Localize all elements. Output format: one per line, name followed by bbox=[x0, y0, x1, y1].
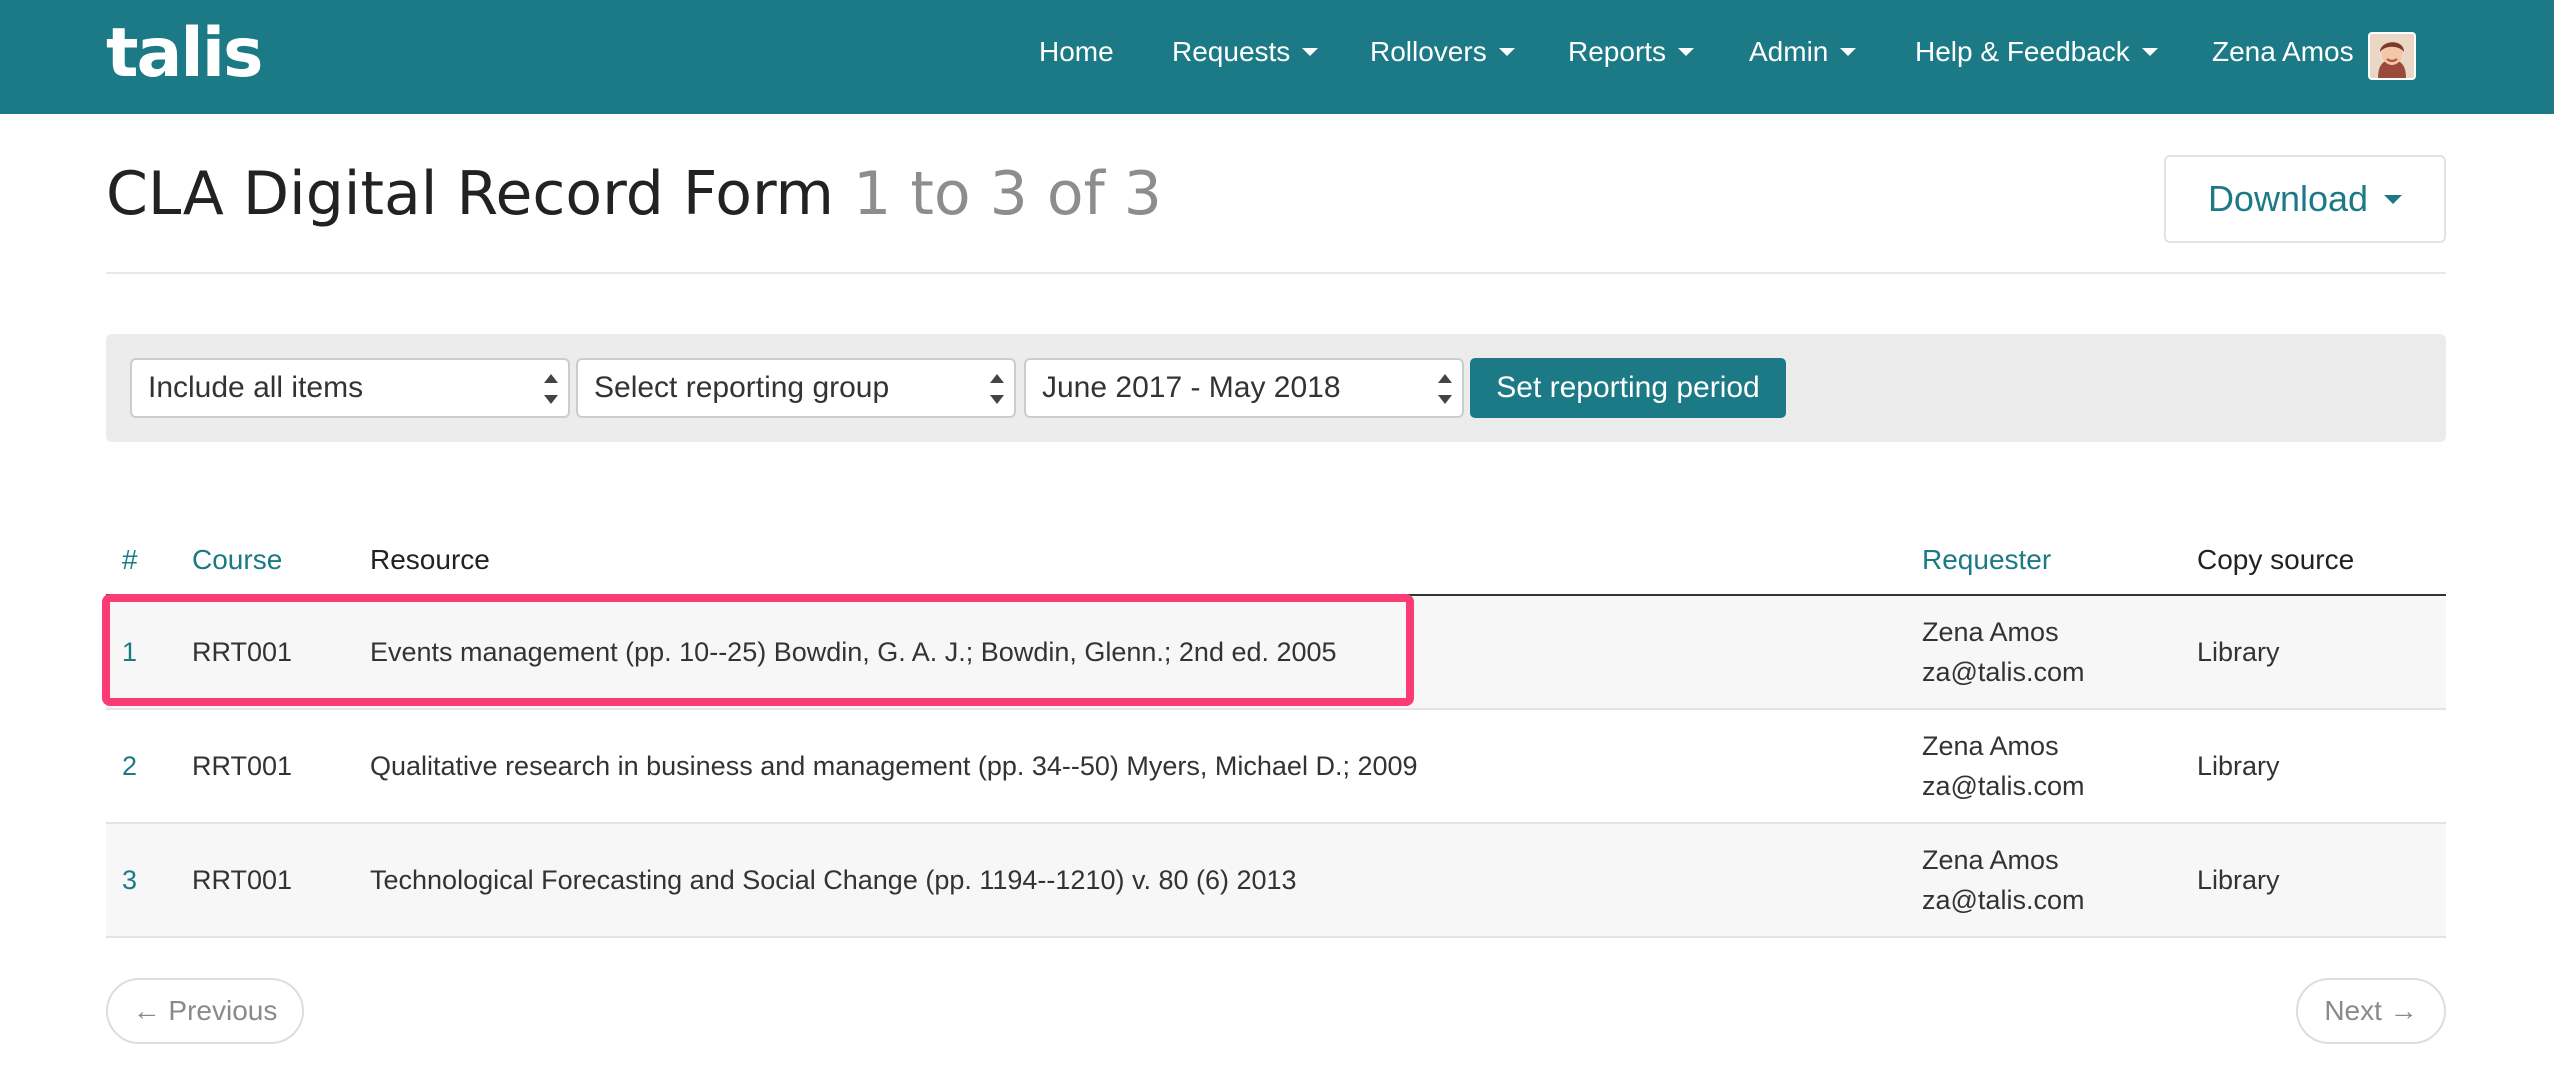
reporting-period-value: June 2017 - May 2018 bbox=[1042, 371, 1341, 404]
filter-bar: Include all items Select reporting group… bbox=[106, 334, 2446, 442]
next-page-button[interactable]: Next → bbox=[2296, 978, 2446, 1044]
title-divider bbox=[106, 272, 2446, 274]
nav-home[interactable]: Home bbox=[1039, 0, 1114, 114]
chevron-down-icon bbox=[2384, 194, 2403, 204]
row-requester-name: Zena Amos bbox=[1922, 617, 2059, 647]
row-requester-name: Zena Amos bbox=[1922, 845, 2059, 875]
page-title-text: CLA Digital Record Form bbox=[106, 159, 834, 229]
column-header-resource: Resource bbox=[370, 544, 490, 575]
row-requester-email: za@talis.com bbox=[1922, 885, 2085, 915]
row-copy-source: Library bbox=[2197, 637, 2280, 667]
include-items-select[interactable]: Include all items bbox=[130, 358, 570, 418]
page-title: CLA Digital Record Form 1 to 3 of 3 bbox=[106, 156, 1162, 232]
nav-requests[interactable]: Requests bbox=[1172, 0, 1319, 114]
table-row: 3 RRT001 Technological Forecasting and S… bbox=[106, 824, 2446, 938]
select-arrows-icon bbox=[990, 374, 1004, 404]
row-requester-name: Zena Amos bbox=[1922, 731, 2059, 761]
talis-logo[interactable]: talis bbox=[106, 14, 263, 94]
nav-reports[interactable]: Reports bbox=[1568, 0, 1695, 114]
user-name: Zena Amos bbox=[2212, 36, 2354, 67]
nav-reports-label: Reports bbox=[1568, 36, 1667, 67]
row-resource: Qualitative research in business and man… bbox=[370, 751, 1418, 781]
row-requester-email: za@talis.com bbox=[1922, 657, 2085, 687]
row-copy-source: Library bbox=[2197, 865, 2280, 895]
nav-help-label: Help & Feedback bbox=[1915, 36, 2130, 67]
chevron-down-icon bbox=[1498, 47, 1515, 56]
row-course: RRT001 bbox=[192, 751, 293, 781]
row-number[interactable]: 2 bbox=[122, 746, 137, 786]
select-arrows-icon bbox=[544, 374, 558, 404]
set-reporting-period-button[interactable]: Set reporting period bbox=[1470, 358, 1786, 418]
nav-home-label: Home bbox=[1039, 36, 1114, 67]
row-number[interactable]: 3 bbox=[122, 860, 137, 900]
reporting-period-select[interactable]: June 2017 - May 2018 bbox=[1024, 358, 1464, 418]
nav-rollovers-label: Rollovers bbox=[1370, 36, 1487, 67]
result-count: 1 to 3 of 3 bbox=[853, 159, 1162, 229]
table-row: 2 RRT001 Qualitative research in busines… bbox=[106, 710, 2446, 824]
nav-requests-label: Requests bbox=[1172, 36, 1291, 67]
reporting-group-value: Select reporting group bbox=[594, 371, 890, 404]
include-items-value: Include all items bbox=[148, 371, 364, 404]
chevron-down-icon bbox=[1678, 47, 1695, 56]
row-requester-email: za@talis.com bbox=[1922, 771, 2085, 801]
chevron-down-icon bbox=[1840, 47, 1857, 56]
nav-user-menu[interactable]: Zena Amos bbox=[2212, 0, 2354, 114]
column-header-copy-source: Copy source bbox=[2197, 544, 2355, 575]
row-copy-source: Library bbox=[2197, 751, 2280, 781]
highlight-box bbox=[102, 594, 1414, 706]
column-header-number[interactable]: # bbox=[122, 540, 138, 580]
download-label: Download bbox=[2207, 178, 2369, 219]
nav-help-feedback[interactable]: Help & Feedback bbox=[1915, 0, 2158, 114]
nav-admin[interactable]: Admin bbox=[1749, 0, 1857, 114]
chevron-down-icon bbox=[2141, 47, 2158, 56]
nav-admin-label: Admin bbox=[1749, 36, 1829, 67]
row-resource: Technological Forecasting and Social Cha… bbox=[370, 865, 1297, 895]
top-navbar: talis Home Requests Rollovers Reports Ad… bbox=[0, 0, 2554, 114]
previous-page-button[interactable]: ← Previous bbox=[106, 978, 304, 1044]
avatar[interactable] bbox=[2368, 32, 2416, 80]
user-avatar-icon bbox=[2370, 34, 2414, 78]
column-header-requester[interactable]: Requester bbox=[1922, 540, 2051, 580]
row-course: RRT001 bbox=[192, 865, 293, 895]
column-header-course[interactable]: Course bbox=[192, 540, 282, 580]
download-button[interactable]: Download bbox=[2164, 155, 2446, 243]
nav-rollovers[interactable]: Rollovers bbox=[1370, 0, 1515, 114]
chevron-down-icon bbox=[1302, 47, 1319, 56]
reporting-group-select[interactable]: Select reporting group bbox=[576, 358, 1016, 418]
select-arrows-icon bbox=[1438, 374, 1452, 404]
